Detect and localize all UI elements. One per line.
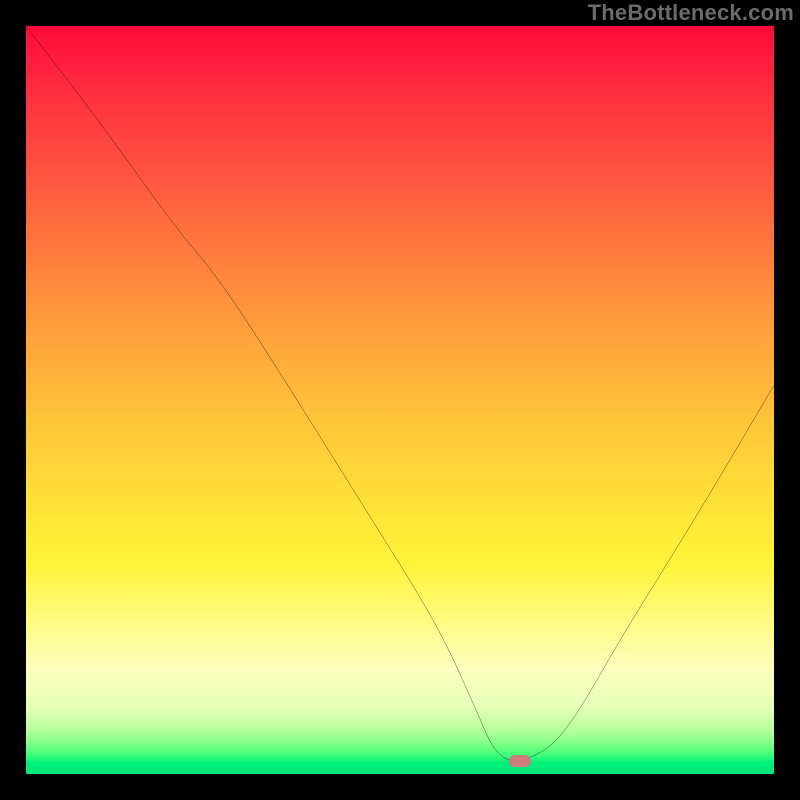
watermark-label: TheBottleneck.com — [588, 0, 794, 26]
plot-area — [26, 26, 774, 774]
chart-frame: TheBottleneck.com — [0, 0, 800, 800]
optimum-marker — [509, 755, 531, 767]
bottleneck-curve — [26, 26, 774, 774]
